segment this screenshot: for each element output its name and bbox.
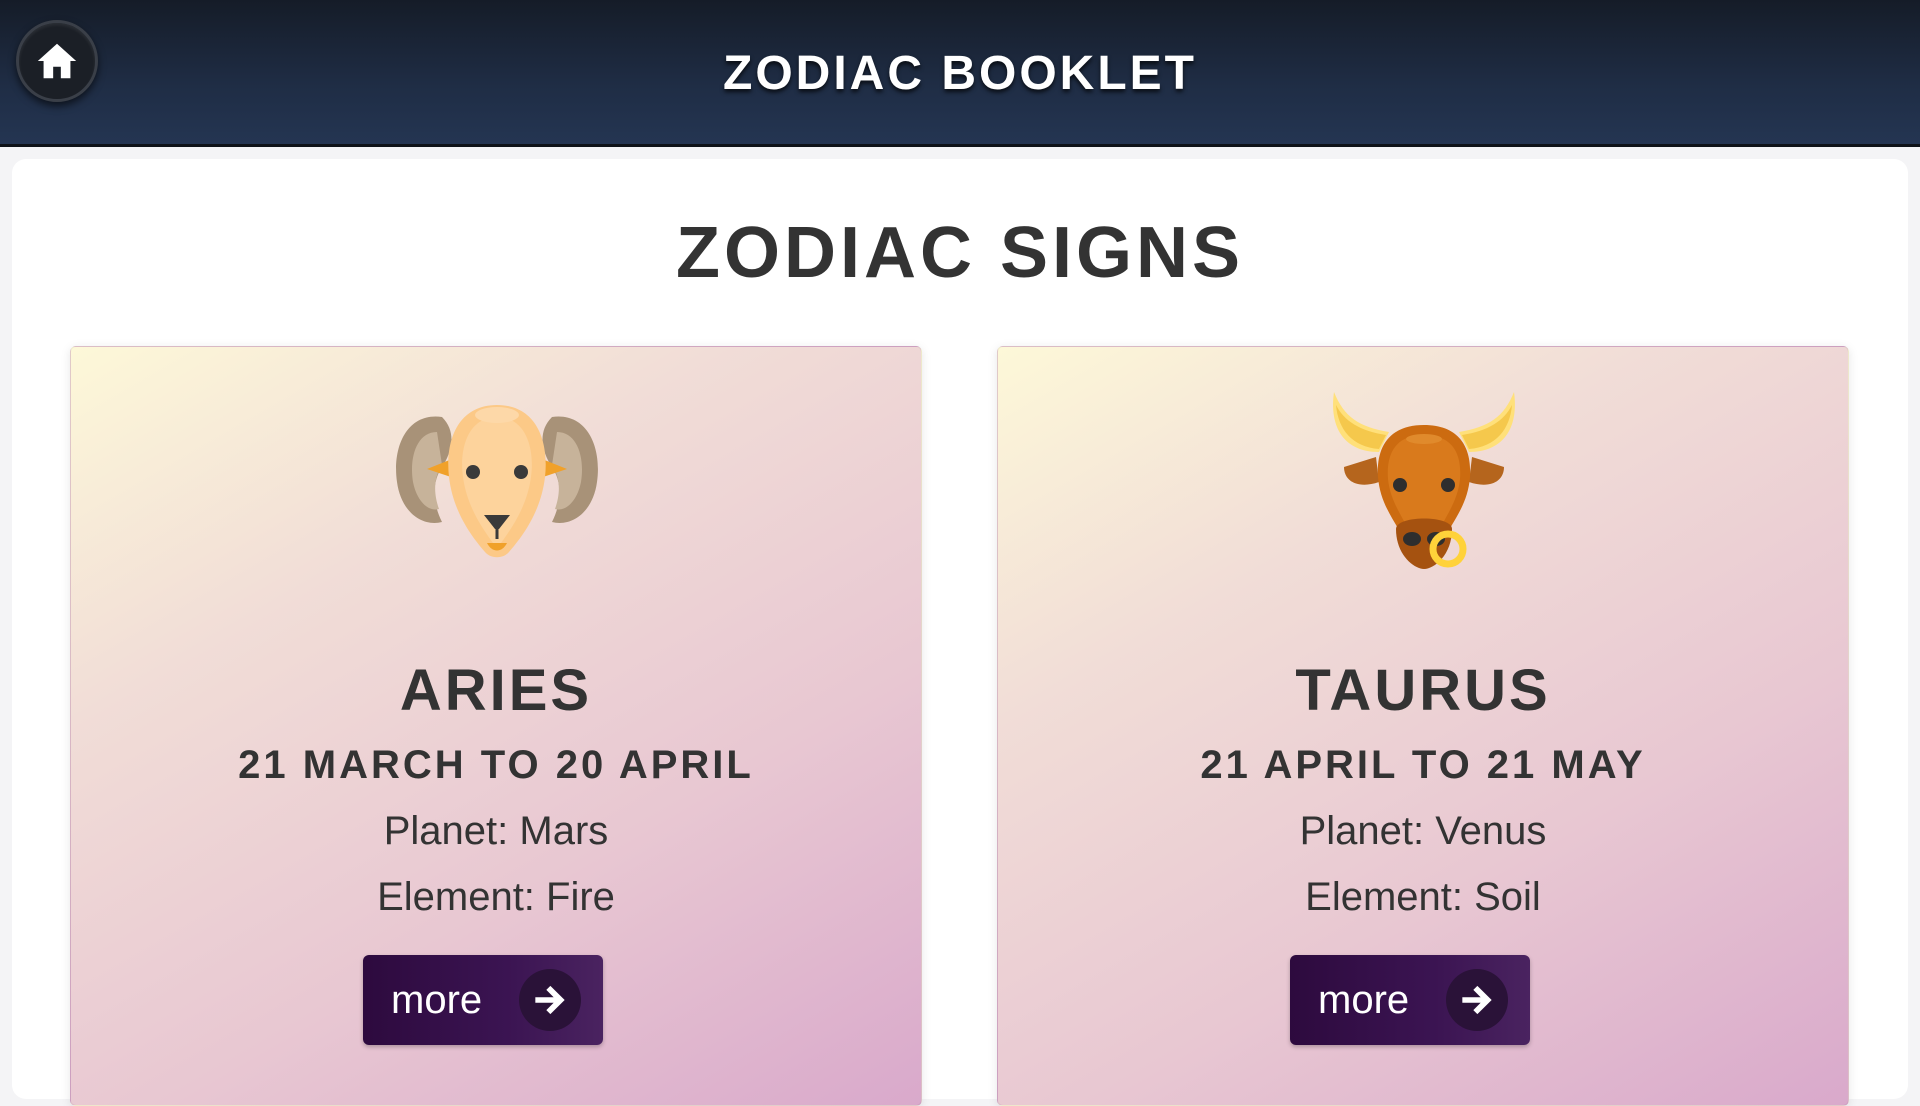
top-app-bar: ZODIAC BOOKLET (0, 0, 1920, 147)
arrow-right-icon (1446, 969, 1508, 1031)
bull-head-icon (1333, 392, 1515, 569)
more-button-aries[interactable]: more (363, 955, 603, 1045)
zodiac-card-aries: ARIES 21 MARCH TO 20 APRIL Planet: Mars … (70, 346, 922, 1106)
sign-name: TAURUS (1295, 658, 1551, 723)
sign-dates: 21 APRIL TO 21 MAY (1200, 743, 1646, 787)
arrow-right-icon (519, 969, 581, 1031)
home-button[interactable] (16, 20, 98, 102)
sign-dates: 21 MARCH TO 20 APRIL (238, 743, 754, 787)
sign-element: Element: Fire (377, 875, 615, 919)
home-icon (37, 43, 77, 79)
more-button-taurus[interactable]: more (1290, 955, 1530, 1045)
zodiac-card-taurus: TAURUS 21 APRIL TO 21 MAY Planet: Venus … (997, 346, 1849, 1106)
ram-head-icon (396, 405, 598, 558)
page-title: ZODIAC SIGNS (675, 213, 1245, 293)
more-button-label: more (1318, 977, 1410, 1022)
app-title: ZODIAC BOOKLET (723, 47, 1197, 100)
sign-element: Element: Soil (1305, 875, 1541, 919)
more-button-label: more (391, 977, 483, 1022)
sign-planet: Planet: Mars (383, 809, 609, 853)
sign-name: ARIES (399, 658, 593, 723)
sign-planet: Planet: Venus (1299, 809, 1547, 853)
